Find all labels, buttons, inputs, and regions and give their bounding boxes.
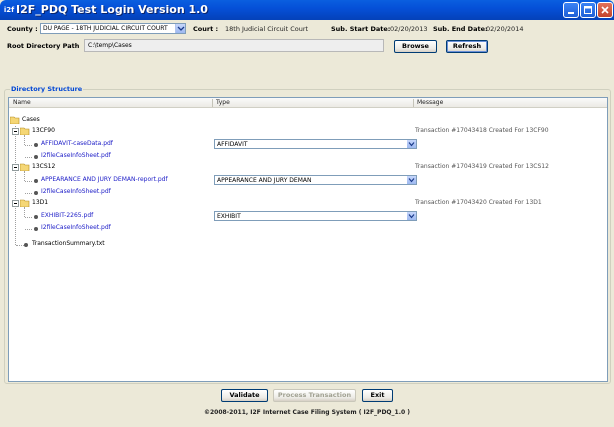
document-type-value: EXHIBIT — [217, 213, 241, 220]
panel-title: Directory Structure — [10, 85, 84, 94]
folder-open-icon — [20, 163, 30, 171]
case-folder-label[interactable]: 13CF90 — [32, 127, 55, 135]
end-date-value: 02/20/2014 — [486, 25, 524, 33]
court-label: Court : — [193, 25, 219, 33]
directory-tree[interactable]: Name Type Message Cases 13CF90 Transacti… — [8, 97, 608, 382]
case-message: Transaction #17043420 Created For 13D1 — [415, 199, 542, 206]
chevron-down-icon — [177, 26, 185, 31]
root-path-value: C:\temp\Cases — [88, 42, 132, 49]
file-bullet-icon — [34, 227, 38, 231]
county-select-value: DU PAGE - 18TH JUDICIAL CIRCUIT COURT — [43, 25, 168, 32]
chevron-down-icon — [408, 142, 415, 147]
browse-button[interactable]: Browse — [394, 40, 437, 53]
document-type-dropdown-button[interactable] — [407, 176, 416, 184]
file-link[interactable]: APPEARANCE AND JURY DEMAN-report.pdf — [41, 176, 168, 184]
exit-button[interactable]: Exit — [362, 389, 393, 402]
refresh-button[interactable]: Refresh — [446, 40, 488, 53]
file-bullet-icon — [34, 143, 38, 147]
column-header-message[interactable]: Message — [417, 99, 443, 106]
document-type-dropdown-button[interactable] — [407, 212, 416, 220]
directory-structure-panel: Directory Structure Name Type Message Ca… — [4, 85, 611, 384]
title-bar[interactable]: i2f I2F_PDQ Test Login Version 1.0 — [0, 0, 614, 20]
document-type-select[interactable]: EXHIBIT — [214, 211, 417, 221]
county-dropdown-button[interactable] — [175, 24, 185, 33]
document-type-select[interactable]: AFFIDAVIT — [214, 139, 417, 149]
root-path-label: Root Directory Path — [7, 42, 80, 50]
file-link[interactable]: AFFIDAVIT-caseData.pdf — [41, 140, 113, 148]
chevron-down-icon — [408, 178, 415, 183]
document-type-select[interactable]: APPEARANCE AND JURY DEMAN — [214, 175, 417, 185]
file-link[interactable]: I2fileCaseInfoSheet.pdf — [41, 224, 111, 232]
file-link[interactable]: EXHIBIT-2265.pdf — [41, 212, 93, 220]
validate-button[interactable]: Validate — [221, 389, 268, 402]
file-bullet-icon — [34, 215, 38, 219]
column-header-name[interactable]: Name — [13, 99, 31, 106]
document-type-value: AFFIDAVIT — [217, 141, 248, 148]
collapse-toggle[interactable] — [12, 128, 19, 135]
county-select[interactable]: DU PAGE - 18TH JUDICIAL CIRCUIT COURT — [40, 23, 186, 34]
footer-copyright: ©2008-2011, I2F Internet Case Filing Sys… — [203, 409, 410, 416]
collapse-toggle[interactable] — [12, 164, 19, 171]
document-type-dropdown-button[interactable] — [407, 140, 416, 148]
app-icon: i2f — [3, 6, 15, 14]
court-value: 18th Judicial Circuit Court — [225, 25, 309, 33]
file-link[interactable]: I2fileCaseInfoSheet.pdf — [41, 188, 111, 196]
end-date-label: Sub. End Date: — [433, 25, 488, 33]
file-link[interactable]: I2fileCaseInfoSheet.pdf — [41, 152, 111, 160]
maximize-button[interactable] — [580, 2, 596, 18]
start-date-value: 02/20/2013 — [390, 25, 428, 33]
file-bullet-icon — [34, 191, 38, 195]
window-title: I2F_PDQ Test Login Version 1.0 — [16, 3, 208, 16]
tree-header: Name Type Message — [9, 98, 607, 108]
case-message: Transaction #17043419 Created For 13CS12 — [415, 163, 549, 170]
maximize-icon — [584, 6, 592, 14]
file-bullet-icon — [34, 155, 38, 159]
summary-file-label[interactable]: TransactionSummary.txt — [32, 240, 105, 248]
minimize-button[interactable] — [563, 2, 579, 18]
folder-open-icon — [20, 199, 30, 207]
root-path-field[interactable]: C:\temp\Cases — [84, 39, 384, 52]
process-transaction-button[interactable]: Process Transaction — [273, 389, 356, 402]
folder-open-icon — [20, 127, 30, 135]
column-header-type[interactable]: Type — [216, 99, 230, 106]
close-button[interactable] — [597, 2, 613, 18]
chevron-down-icon — [408, 214, 415, 219]
county-label: County : — [7, 25, 38, 33]
close-icon — [601, 6, 609, 14]
start-date-label: Sub. Start Date: — [331, 25, 391, 33]
minimize-icon — [568, 12, 574, 14]
case-folder-label[interactable]: 13D1 — [32, 199, 48, 207]
case-message: Transaction #17043418 Created For 13CF90 — [415, 127, 549, 134]
case-folder-label[interactable]: 13CS12 — [32, 163, 55, 171]
file-bullet-icon — [24, 243, 28, 247]
collapse-toggle[interactable] — [12, 200, 19, 207]
document-type-value: APPEARANCE AND JURY DEMAN — [217, 177, 312, 184]
folder-open-icon — [10, 116, 20, 124]
tree-root-label[interactable]: Cases — [22, 116, 40, 124]
file-bullet-icon — [34, 179, 38, 183]
